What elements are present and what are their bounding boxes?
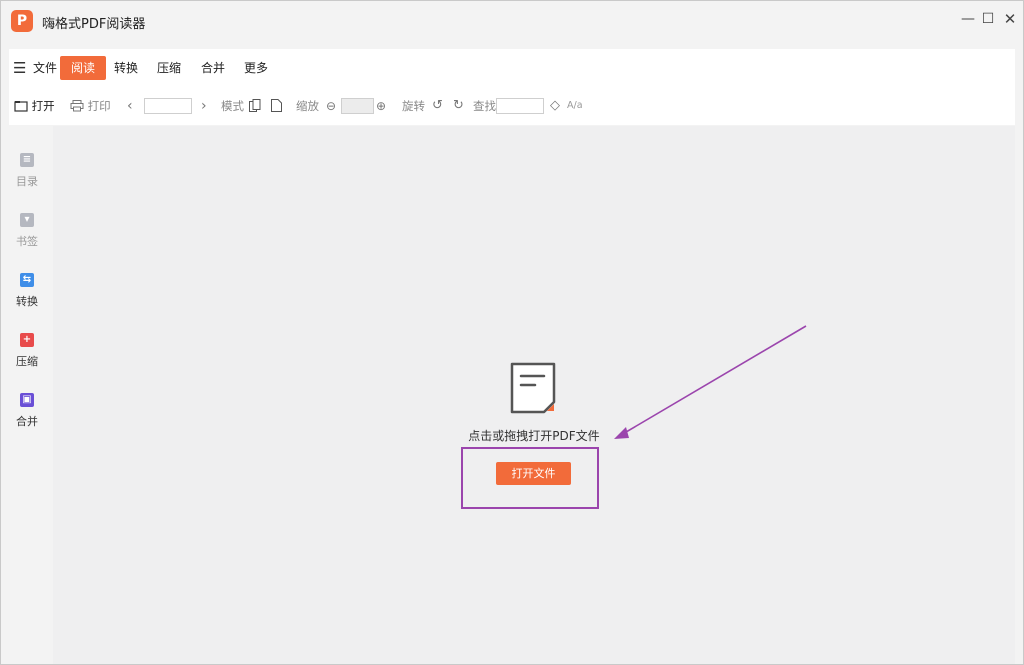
app-window: P 嗨格式PDF阅读器 — ☐ ✕ ☰ 文件 阅读 转换 压缩 合并 更多 打开 [0, 0, 1024, 665]
compress-icon: + [20, 333, 34, 347]
toolbar: 打开 打印 ‹ › 模式 缩放 ⊖ ⊕ 旋转 ↺ ↻ 查找 ◇ A/a [9, 95, 1015, 117]
prev-page-icon[interactable]: ‹ [127, 95, 133, 117]
next-page-icon[interactable]: › [201, 95, 207, 117]
single-page-icon [271, 99, 282, 112]
sidebar-label-merge: 合并 [16, 415, 38, 428]
merge-icon: ▣ [20, 393, 34, 407]
minimize-button[interactable]: — [957, 9, 979, 29]
drop-hint: 点击或拖拽打开PDF文件 [468, 429, 600, 443]
sidebar-label-convert: 转换 [16, 295, 38, 308]
printer-icon [70, 100, 84, 112]
menu-file[interactable]: 文件 [27, 56, 63, 80]
find-input[interactable] [496, 98, 544, 114]
sidebar-item-merge[interactable]: ▣ 合并 [1, 393, 53, 429]
sidebar-item-toc[interactable]: ≡ 目录 [1, 153, 53, 189]
sidebar-label-toc: 目录 [16, 175, 38, 188]
page-number-input[interactable] [144, 98, 192, 114]
match-case-toggle[interactable]: A/a [567, 95, 583, 117]
bookmark-icon: ▾ [20, 213, 34, 227]
menu-compress[interactable]: 压缩 [151, 56, 187, 80]
annotation-highlight-box [461, 447, 599, 509]
sidebar-item-bookmark[interactable]: ▾ 书签 [1, 213, 53, 249]
mode-label: 模式 [221, 99, 244, 113]
rotate-left-icon[interactable]: ↺ [432, 95, 443, 117]
open-tool[interactable]: 打开 [14, 95, 55, 117]
menu-merge[interactable]: 合并 [195, 56, 231, 80]
menu-convert[interactable]: 转换 [108, 56, 144, 80]
sidebar-label-compress: 压缩 [16, 355, 38, 368]
zoom-input[interactable] [341, 98, 374, 114]
menu-read[interactable]: 阅读 [60, 56, 107, 80]
zoom-label: 缩放 [296, 99, 319, 113]
maximize-button[interactable]: ☐ [977, 9, 999, 29]
sidebar-label-bookmark: 书签 [16, 235, 38, 248]
app-logo: P [11, 10, 33, 32]
left-sidebar: ≡ 目录 ▾ 书签 ⇆ 转换 + 压缩 ▣ 合并 [1, 126, 53, 664]
sidebar-item-compress[interactable]: + 压缩 [1, 333, 53, 369]
zoom-out-icon[interactable]: ⊖ [326, 95, 336, 117]
find-label: 查找 [473, 99, 496, 113]
convert-icon: ⇆ [20, 273, 34, 287]
print-label: 打印 [87, 99, 111, 113]
close-button[interactable]: ✕ [999, 9, 1021, 29]
print-tool[interactable]: 打印 [70, 95, 111, 117]
zoom-in-icon[interactable]: ⊕ [376, 95, 386, 117]
mode-double-page[interactable] [249, 95, 261, 117]
rotate-label: 旋转 [402, 99, 425, 113]
open-label: 打开 [31, 99, 55, 113]
menu-more[interactable]: 更多 [238, 56, 274, 80]
rotate-right-icon[interactable]: ↻ [453, 95, 464, 117]
document-icon [510, 362, 556, 414]
double-page-icon [249, 99, 261, 112]
sidebar-item-convert[interactable]: ⇆ 转换 [1, 273, 53, 309]
top-panel: ☰ 文件 阅读 转换 压缩 合并 更多 打开 打印 ‹ › 模式 缩放 ⊖ ⊕ … [9, 49, 1015, 125]
app-title: 嗨格式PDF阅读器 [42, 17, 146, 32]
mode-single-page[interactable] [271, 95, 282, 117]
menu-bar: ☰ 文件 阅读 转换 压缩 合并 更多 [9, 56, 1015, 82]
find-nav-icon[interactable]: ◇ [550, 95, 560, 117]
folder-icon [14, 101, 28, 112]
hamburger-menu-icon[interactable]: ☰ [13, 59, 26, 77]
toc-icon: ≡ [20, 153, 34, 167]
title-bar: P 嗨格式PDF阅读器 — ☐ ✕ [1, 1, 1023, 45]
